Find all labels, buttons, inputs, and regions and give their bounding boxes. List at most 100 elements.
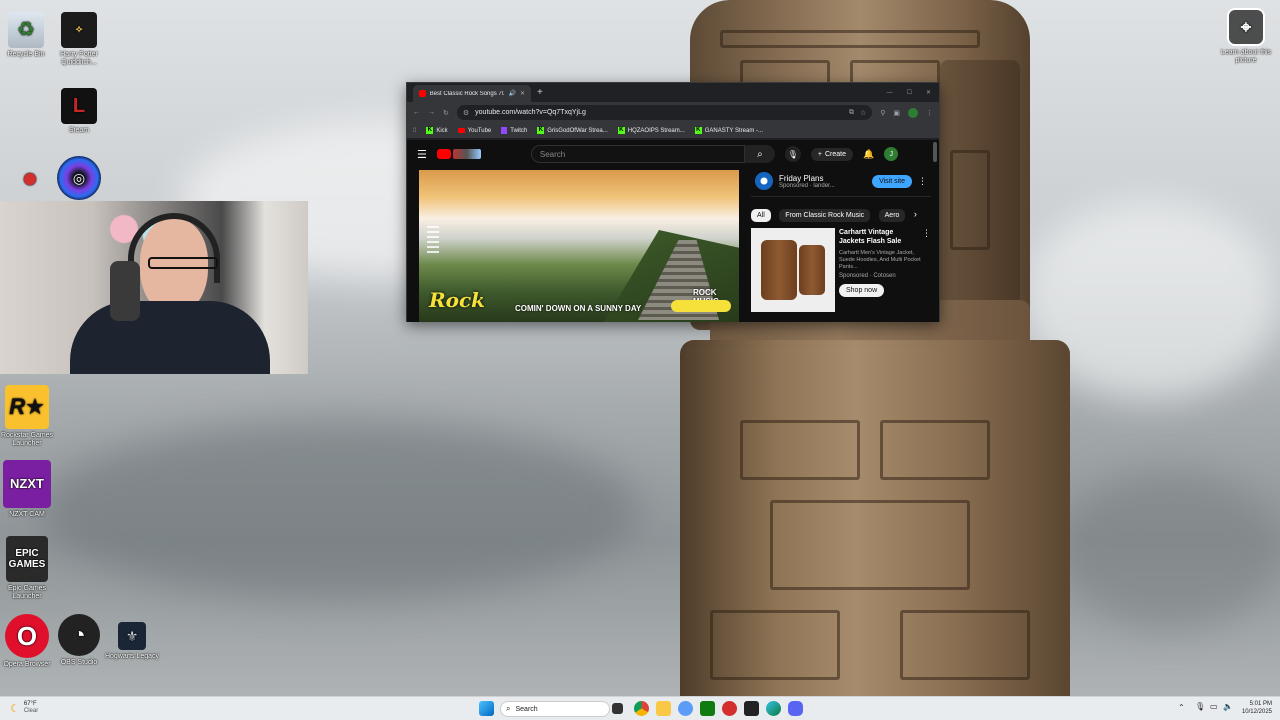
weather-widget[interactable]: ☾ 67°F Clear [10, 701, 38, 715]
bookmark-ganasty[interactable]: K GANASTY Stream -... [694, 127, 763, 134]
menu-icon[interactable]: ⋮ [926, 109, 933, 117]
chrome-icon[interactable] [634, 701, 649, 716]
volume-icon[interactable]: 🔈 [1223, 702, 1233, 711]
chip-aero[interactable]: Aero [878, 209, 906, 222]
maximize-icon[interactable]: ☐ [907, 89, 912, 96]
chair [110, 261, 140, 321]
address-toolbar: ← → ↻ ⚙ youtube.com/watch?v=Qq7TxqYjLg ⧉… [407, 102, 939, 123]
desktop-icon-hogwarts[interactable]: ⚜ Hogwarts Legacy [102, 614, 162, 661]
desktop-icon-harry-potter[interactable]: ⟡ Harry Potter Quidditch... [49, 12, 109, 67]
search-button[interactable]: ⌕ [744, 145, 775, 163]
desktop-icon-mario[interactable]: ● [0, 156, 60, 203]
kick-icon: K [694, 127, 702, 134]
chip-all[interactable]: All [751, 209, 771, 222]
visit-site-button[interactable]: Visit site [872, 174, 912, 188]
edge-icon[interactable] [766, 701, 781, 716]
app-icon[interactable] [678, 701, 693, 716]
bookmark-gris[interactable]: K GrisGodOfWar Strea... [537, 127, 608, 134]
bookmark-kick[interactable]: K Kick [426, 127, 448, 134]
chevron-right-icon[interactable]: › [914, 209, 917, 219]
carving [880, 420, 990, 480]
create-button[interactable]: + Create [810, 147, 853, 161]
mic-icon[interactable]: 🎙 [784, 146, 801, 162]
search-input[interactable]: Search [530, 145, 745, 163]
desktop-icon-obs[interactable]: ◔ OBS Studio [49, 614, 109, 667]
carving [740, 420, 860, 480]
xbox-icon[interactable] [700, 701, 715, 716]
youtube-favicon-icon [419, 90, 426, 97]
youtube-logo[interactable] [436, 149, 481, 159]
product-description: Carhartt Men's Vintage Jacket, Suede Hoo… [839, 250, 921, 270]
mic-tray-icon[interactable]: 🎙 [1195, 702, 1205, 711]
obs-icon: ◔ [58, 614, 100, 656]
video-logo: Rock [429, 288, 485, 312]
desktop-icon-epic[interactable]: EPIC GAMES Epic Games Launcher [0, 536, 57, 601]
chevron-up-icon[interactable]: ⌃ [1178, 703, 1185, 712]
new-tab-button[interactable]: + [537, 87, 543, 98]
taskbar-search[interactable]: ⌕ Search [500, 701, 610, 717]
clock-time: 5:01 PM [1249, 701, 1272, 707]
speaker-icon[interactable]: 🔊 [508, 90, 515, 97]
discord-icon[interactable] [788, 701, 803, 716]
close-window-icon[interactable]: ✕ [926, 89, 931, 96]
epic-taskbar-icon[interactable] [744, 701, 759, 716]
close-tab-icon[interactable]: ✕ [520, 90, 525, 97]
ad-card[interactable]: Friday Plans Sponsored · lander... Visit… [751, 168, 931, 197]
hamburger-icon[interactable]: ☰ [417, 148, 427, 161]
icon-label: Steam [68, 127, 90, 134]
recycle-bin-icon: ♻ [8, 12, 44, 48]
file-explorer-icon[interactable] [656, 701, 671, 716]
harry-potter-icon: ⟡ [61, 12, 97, 48]
video-caption: COMIN' DOWN ON A SUNNY DAY [515, 304, 642, 313]
product-card[interactable]: Carhartt Vintage Jackets Flash Sale ⋮ Ca… [751, 228, 931, 312]
reload-icon[interactable]: ↻ [443, 109, 449, 117]
icon-label: Hogwarts Legacy [104, 653, 160, 660]
mario-taskbar-icon[interactable] [722, 701, 737, 716]
bookmarks-bar: ⁞⁞ K Kick YouTube Twitch K GrisGodOfWar St… [407, 123, 939, 139]
browser-tab[interactable]: Best Classic Rock Songs 70s 🔊 ✕ [413, 85, 531, 102]
chip-classic-rock[interactable]: From Classic Rock Music [779, 209, 871, 222]
plus-icon: + [817, 150, 822, 158]
network-icon[interactable]: ▭ [1210, 702, 1218, 711]
install-icon[interactable]: ⧉ [849, 109, 854, 117]
kick-icon: K [537, 127, 545, 134]
side-panel-icon[interactable]: ▣ [893, 109, 900, 117]
icon-label: Epic Games Launcher [7, 585, 47, 600]
profile-icon[interactable] [908, 107, 918, 118]
bookmark-youtube[interactable]: YouTube [457, 127, 492, 134]
minimize-icon[interactable]: — [887, 90, 893, 96]
desktop-icon-steam[interactable]: L Steam [49, 88, 109, 135]
browser-window[interactable]: Best Classic Rock Songs 70s 🔊 ✕ + — ☐ ✕ … [406, 82, 940, 322]
address-bar[interactable]: ⚙ youtube.com/watch?v=Qq7TxqYjLg ⧉ ☆ [456, 105, 873, 120]
start-icon[interactable] [479, 701, 494, 716]
bookmark-star-icon[interactable]: ☆ [860, 109, 866, 117]
forward-icon[interactable]: → [428, 109, 435, 116]
rockstar-icon: R★ [5, 385, 49, 429]
glasses [148, 257, 218, 269]
more-options-icon[interactable]: ⋮ [922, 228, 931, 239]
clock[interactable]: 5:01 PM 10/12/2025 [1238, 700, 1272, 716]
site-info-icon[interactable]: ⚙ [463, 109, 469, 117]
task-view-icon[interactable] [612, 703, 623, 714]
tab-title: Best Classic Rock Songs 70s [429, 90, 505, 97]
extensions-icon[interactable]: ⚲ [880, 109, 885, 117]
video-player[interactable]: Rock COMIN' DOWN ON A SUNNY DAY ROCK MUS… [419, 170, 739, 322]
product-title: Carhartt Vintage Jackets Flash Sale [839, 229, 902, 245]
bookmark-label: YouTube [467, 127, 492, 134]
epic-games-icon: EPIC GAMES [6, 536, 48, 582]
notifications-icon[interactable]: 🔔 [863, 149, 874, 160]
bookmark-twitch[interactable]: Twitch [501, 127, 527, 134]
more-options-icon[interactable]: ⋮ [918, 176, 927, 187]
avatar[interactable]: J [884, 147, 899, 161]
learn-about-picture[interactable]: ⌖ Learn about this picture [1216, 8, 1276, 65]
desktop-icon-recycle-bin[interactable]: ♻ Recycle Bin [0, 12, 56, 59]
bookmark-label: GrisGodOfWar Strea... [547, 127, 608, 134]
apps-icon[interactable]: ⁞⁞ [413, 128, 416, 134]
shop-now-button[interactable]: Shop now [839, 284, 885, 297]
desktop-icon-rockstar[interactable]: R★ Rockstar Games Launcher [0, 385, 57, 448]
back-icon[interactable]: ← [413, 109, 420, 116]
bookmark-hqzao[interactable]: K HQZAOIPS Stream... [617, 127, 685, 134]
desktop-icon-nzxt[interactable]: NZXT NZXT CAM [0, 460, 57, 519]
bookmark-label: Kick [436, 127, 448, 134]
scrollbar[interactable] [933, 142, 937, 162]
